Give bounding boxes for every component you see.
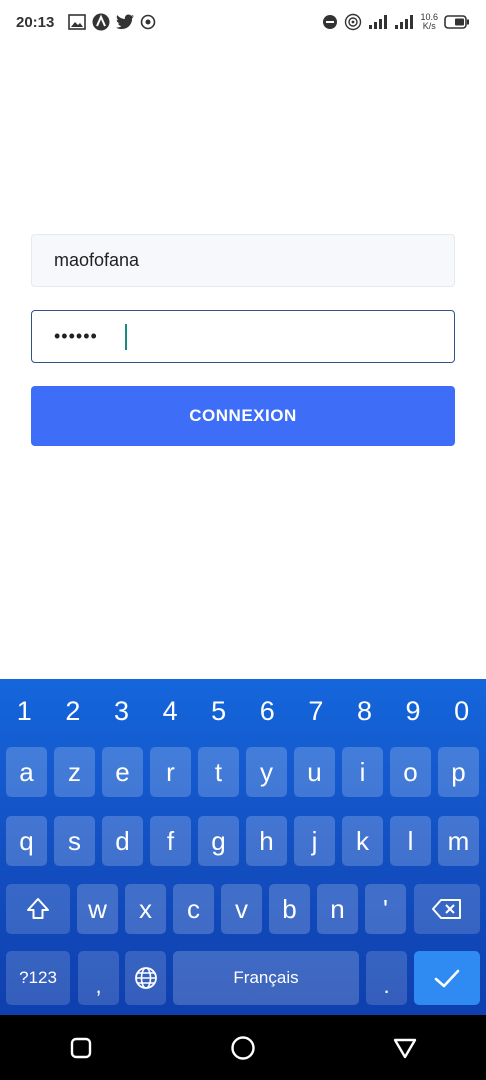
key-y[interactable]: y — [246, 747, 287, 797]
key-0[interactable]: 0 — [438, 696, 486, 727]
key-4[interactable]: 4 — [146, 696, 194, 727]
battery-icon — [444, 15, 470, 29]
key-i[interactable]: i — [342, 747, 383, 797]
circle-icon — [231, 1035, 255, 1060]
key-c[interactable]: c — [173, 884, 214, 934]
key-5[interactable]: 5 — [195, 696, 243, 727]
key-3[interactable]: 3 — [97, 696, 145, 727]
key-m[interactable]: m — [438, 816, 479, 866]
navigation-bar — [0, 1015, 486, 1080]
text-caret — [125, 324, 127, 350]
signal-app-icon — [140, 14, 156, 30]
password-wrapper — [31, 310, 455, 363]
key-z[interactable]: z — [54, 747, 95, 797]
backspace-key[interactable] — [414, 884, 480, 934]
key-9[interactable]: 9 — [389, 696, 437, 727]
username-input[interactable] — [31, 234, 455, 287]
signal-icon — [368, 15, 388, 29]
password-input[interactable] — [31, 310, 455, 363]
twitter-icon — [116, 14, 135, 30]
key-x[interactable]: x — [125, 884, 166, 934]
keyboard-number-row: 1 2 3 4 5 6 7 8 9 0 — [0, 689, 486, 733]
back-button[interactable] — [375, 1018, 435, 1078]
key-f[interactable]: f — [150, 816, 191, 866]
period-key[interactable]: . — [366, 951, 407, 1005]
home-button[interactable] — [213, 1018, 273, 1078]
square-icon — [70, 1037, 92, 1058]
shift-key[interactable] — [6, 884, 70, 934]
net-speed-unit: K/s — [422, 21, 436, 31]
status-right: 10.6 K/s — [322, 13, 470, 31]
key-o[interactable]: o — [390, 747, 431, 797]
key-6[interactable]: 6 — [243, 696, 291, 727]
key-w[interactable]: w — [77, 884, 118, 934]
signal-icon-2 — [394, 15, 414, 29]
key-v[interactable]: v — [221, 884, 262, 934]
key-l[interactable]: l — [390, 816, 431, 866]
space-key[interactable]: Français — [173, 951, 359, 1005]
keyboard: 1 2 3 4 5 6 7 8 9 0 a z e r t y u i o p … — [0, 679, 486, 1015]
check-icon — [434, 969, 460, 988]
key-8[interactable]: 8 — [340, 696, 388, 727]
key-p[interactable]: p — [438, 747, 479, 797]
key-d[interactable]: d — [102, 816, 143, 866]
language-key[interactable] — [125, 951, 166, 1005]
hotspot-icon — [344, 13, 362, 31]
connexion-button[interactable]: CONNEXION — [31, 386, 455, 446]
key-t[interactable]: t — [198, 747, 239, 797]
key-b[interactable]: b — [269, 884, 310, 934]
key-1[interactable]: 1 — [0, 696, 48, 727]
key-r[interactable]: r — [150, 747, 191, 797]
key-n[interactable]: n — [317, 884, 358, 934]
backspace-icon — [432, 899, 461, 919]
login-form: CONNEXION — [31, 234, 455, 446]
key-h[interactable]: h — [246, 816, 287, 866]
key-k[interactable]: k — [342, 816, 383, 866]
enter-key[interactable] — [414, 951, 480, 1005]
comma-key[interactable]: , — [78, 951, 119, 1005]
triangle-down-icon — [393, 1038, 417, 1058]
key-s[interactable]: s — [54, 816, 95, 866]
key-g[interactable]: g — [198, 816, 239, 866]
dnd-icon — [322, 14, 338, 30]
status-bar: 20:13 10.6 K/s — [0, 0, 486, 44]
key-q[interactable]: q — [6, 816, 47, 866]
key-apostrophe[interactable]: ' — [365, 884, 406, 934]
image-icon — [68, 14, 87, 30]
key-a[interactable]: a — [6, 747, 47, 797]
key-j[interactable]: j — [294, 816, 335, 866]
symbols-key[interactable]: ?123 — [6, 951, 70, 1005]
globe-icon — [134, 967, 157, 989]
key-e[interactable]: e — [102, 747, 143, 797]
status-left: 20:13 — [16, 13, 156, 31]
shift-icon — [27, 898, 49, 919]
key-7[interactable]: 7 — [292, 696, 340, 727]
net-speed: 10.6 K/s — [420, 13, 438, 31]
recents-button[interactable] — [51, 1018, 111, 1078]
key-2[interactable]: 2 — [49, 696, 97, 727]
status-time: 20:13 — [16, 13, 55, 31]
key-u[interactable]: u — [294, 747, 335, 797]
app-a-icon — [92, 13, 110, 31]
